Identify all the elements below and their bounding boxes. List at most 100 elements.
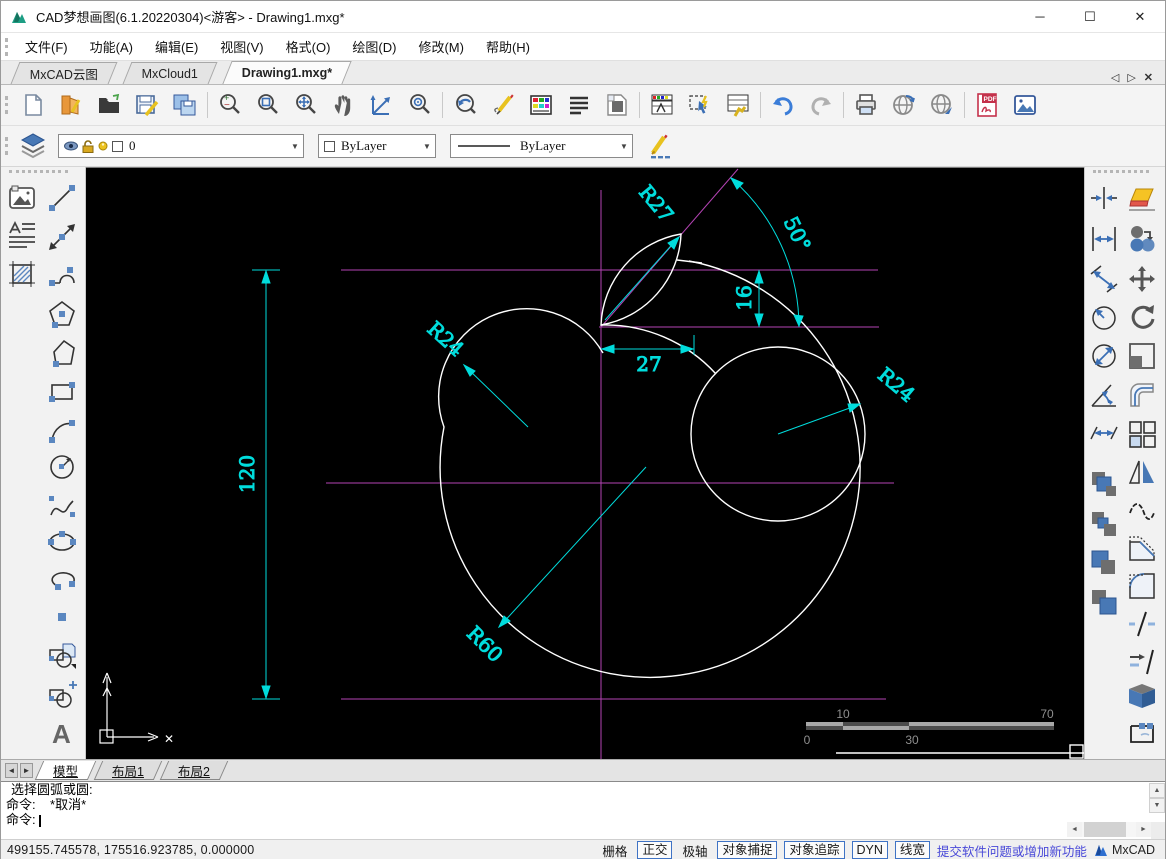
spline-edit-button[interactable]: [1125, 493, 1159, 527]
rotate-button[interactable]: [1125, 300, 1159, 334]
dim-aligned-button[interactable]: [1087, 262, 1121, 296]
scale-button[interactable]: [1125, 339, 1159, 373]
hatch-button[interactable]: [5, 257, 39, 291]
zoom-object-button[interactable]: [401, 87, 439, 123]
tab-scroll-right-icon[interactable]: ▷: [1127, 71, 1135, 84]
tab-model[interactable]: 模型: [35, 761, 96, 780]
polygon-edge-button[interactable]: [45, 336, 79, 370]
draw-style-button[interactable]: [641, 128, 679, 164]
toggle-dyn[interactable]: DYN: [852, 841, 888, 859]
arc-button[interactable]: [45, 413, 79, 447]
save-as-button[interactable]: [166, 87, 204, 123]
construction-line-button[interactable]: [45, 220, 79, 254]
minimize-button[interactable]: ─: [1015, 1, 1065, 32]
color-select[interactable]: ByLayer ▼: [318, 134, 436, 158]
dim-radius-button[interactable]: [1087, 300, 1121, 334]
menu-help[interactable]: 帮助(H): [475, 33, 541, 60]
offset-button[interactable]: [1125, 378, 1159, 412]
break-at-point-button[interactable]: [1125, 645, 1159, 679]
drawing-canvas[interactable]: 120 16 27: [86, 167, 1084, 759]
options-button[interactable]: [719, 87, 757, 123]
spline-button[interactable]: [45, 489, 79, 523]
linetype-select[interactable]: ByLayer ▼: [450, 134, 633, 158]
menu-modify[interactable]: 修改(M): [407, 33, 475, 60]
quick-select-button[interactable]: [681, 87, 719, 123]
fillet-button[interactable]: [1125, 569, 1159, 603]
toggle-polar[interactable]: 极轴: [679, 841, 710, 859]
tab-scroll-left-icon[interactable]: ◁: [1111, 71, 1119, 84]
new-file-button[interactable]: [14, 87, 52, 123]
text-content-button[interactable]: [560, 87, 598, 123]
command-vertical-scrollbar[interactable]: ▲ ▼: [1149, 783, 1165, 815]
undo-button[interactable]: [764, 87, 802, 123]
layer-manager-button[interactable]: [643, 87, 681, 123]
open-folder-button[interactable]: [90, 87, 128, 123]
command-prompt-line[interactable]: 命令:: [1, 812, 1165, 827]
toggle-osnap[interactable]: 对象捕捉: [717, 841, 777, 859]
scroll-down-icon[interactable]: ▼: [1149, 798, 1165, 813]
move-button[interactable]: [1125, 262, 1159, 296]
scrollbar-thumb[interactable]: [1084, 822, 1126, 837]
draworder-back-button[interactable]: [1087, 507, 1121, 541]
menu-edit[interactable]: 编辑(E): [144, 33, 209, 60]
tab-layout1[interactable]: 布局1: [94, 761, 162, 780]
toggle-grid[interactable]: 栅格: [599, 841, 630, 859]
apple-geometry[interactable]: [439, 234, 1084, 753]
dim-continue-button[interactable]: [1087, 417, 1121, 451]
erase-button[interactable]: [1125, 181, 1159, 215]
color-palette-button[interactable]: [522, 87, 560, 123]
polyline-button[interactable]: [45, 259, 79, 293]
copy-button[interactable]: [1125, 222, 1159, 256]
circle-button[interactable]: [45, 450, 79, 484]
zoom-dynamic-button[interactable]: [363, 87, 401, 123]
chevron-down-icon[interactable]: ▼: [287, 142, 303, 151]
tab-layout2[interactable]: 布局2: [160, 761, 228, 780]
point-button[interactable]: [45, 600, 79, 634]
open-drawing-button[interactable]: [52, 87, 90, 123]
close-button[interactable]: ✕: [1115, 1, 1165, 32]
chevron-down-icon[interactable]: ▼: [616, 142, 632, 151]
draworder-above-button[interactable]: [1087, 546, 1121, 580]
stretch-button[interactable]: [1125, 716, 1159, 750]
image-ref-button[interactable]: [5, 181, 39, 215]
tab-drawing1[interactable]: Drawing1.mxg*: [223, 61, 353, 84]
tab-close-icon[interactable]: ✕: [1144, 71, 1153, 84]
ellipse-arc-button[interactable]: [45, 562, 79, 596]
feedback-link[interactable]: 提交软件问题或增加新功能: [937, 841, 1087, 859]
layout-scroll-right-icon[interactable]: ►: [20, 763, 33, 778]
web-open-button[interactable]: [923, 87, 961, 123]
explode-button[interactable]: [1125, 679, 1159, 713]
chamfer-button[interactable]: [1125, 531, 1159, 565]
layout-scroll-left-icon[interactable]: ◄: [5, 763, 18, 778]
chevron-down-icon[interactable]: ▼: [419, 142, 435, 151]
export-pdf-button[interactable]: PDF: [968, 87, 1006, 123]
tab-mxcad-cloud[interactable]: MxCAD云图: [11, 62, 118, 84]
toggle-lineweight[interactable]: 线宽: [895, 841, 930, 859]
trim-button[interactable]: [1087, 181, 1121, 215]
pan-button[interactable]: [325, 87, 363, 123]
insert-block-button[interactable]: [45, 638, 79, 672]
layers-button[interactable]: [14, 128, 52, 164]
ellipse-button[interactable]: [45, 525, 79, 559]
dim-angular-button[interactable]: [1087, 378, 1121, 412]
array-button[interactable]: [1125, 417, 1159, 451]
break-button[interactable]: [1125, 607, 1159, 641]
print-button[interactable]: [847, 87, 885, 123]
corner-grip[interactable]: [1070, 745, 1083, 758]
mtext-button[interactable]: [5, 218, 39, 252]
rectangle-button[interactable]: [45, 375, 79, 409]
single-text-button[interactable]: A: [45, 716, 79, 750]
menu-function[interactable]: 功能(A): [79, 33, 144, 60]
dim-linear-button[interactable]: [1087, 222, 1121, 256]
menu-format[interactable]: 格式(O): [275, 33, 342, 60]
polygon-button[interactable]: [45, 297, 79, 331]
scroll-right-icon[interactable]: ►: [1136, 822, 1151, 837]
zoom-extents-button[interactable]: [287, 87, 325, 123]
scroll-up-icon[interactable]: ▲: [1149, 783, 1165, 798]
construction-lines[interactable]: [326, 169, 894, 759]
dimensions[interactable]: 120 16 27: [235, 178, 920, 699]
toggle-otrack[interactable]: 对象追踪: [784, 841, 844, 859]
redo-button[interactable]: [802, 87, 840, 123]
command-horizontal-scrollbar[interactable]: ◄ ►: [1067, 822, 1151, 837]
create-block-button[interactable]: [45, 678, 79, 712]
